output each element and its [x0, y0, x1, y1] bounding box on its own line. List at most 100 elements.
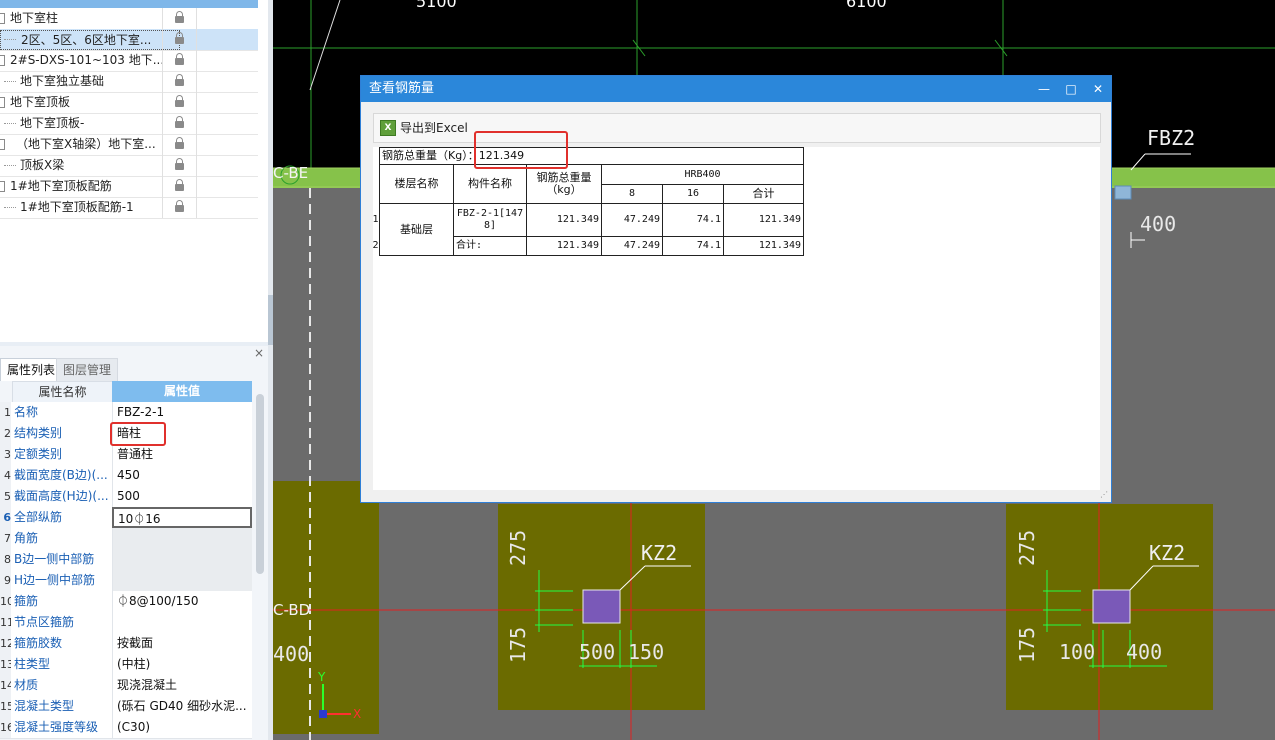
property-row-number: 16: [0, 717, 11, 738]
property-row[interactable]: 10 箍筋 ⏀8@100/150: [0, 591, 252, 613]
property-row[interactable]: 9 H边一侧中部筋: [0, 570, 252, 592]
ucs-x-label: X: [353, 707, 362, 721]
col-header-subtotal: 合计: [723, 184, 804, 204]
property-value-header: 属性值: [112, 381, 252, 402]
property-row[interactable]: 15 混凝土类型 (砾石 GD40 细砂水泥...: [0, 696, 252, 718]
property-value[interactable]: [112, 549, 252, 570]
tree-item[interactable]: 地下室柱: [0, 8, 258, 30]
tree-item[interactable]: 1#地下室顶板配筋: [0, 176, 258, 198]
property-value[interactable]: [112, 528, 252, 549]
property-value[interactable]: 现浇混凝土: [112, 675, 252, 696]
property-row-number: 9: [0, 570, 11, 591]
lock-icon[interactable]: [162, 197, 197, 218]
lock-icon[interactable]: [162, 113, 197, 134]
close-icon[interactable]: ×: [254, 346, 264, 360]
close-button[interactable]: ✕: [1085, 76, 1111, 102]
property-name: 名称: [14, 405, 39, 419]
property-value[interactable]: FBZ-2-1: [112, 402, 252, 423]
total-cell: 121.349: [526, 203, 602, 237]
property-row[interactable]: 8 B边一侧中部筋: [0, 549, 252, 571]
property-name: 材质: [14, 678, 39, 692]
export-excel-button[interactable]: X 导出到Excel: [374, 114, 484, 142]
property-row-number: 2: [0, 423, 11, 444]
tree-item[interactable]: 地下室独立基础: [0, 71, 258, 93]
tree-header: [0, 0, 258, 8]
property-row[interactable]: 3 定额类别 普通柱: [0, 444, 252, 466]
property-row[interactable]: 13 柱类型 (中柱): [0, 654, 252, 676]
tab-layer-management[interactable]: 图层管理: [56, 358, 119, 381]
tree-item[interactable]: 地下室顶板: [0, 92, 258, 114]
row-number: 2: [372, 240, 379, 251]
dimension-label: 6100: [846, 0, 887, 11]
col-header-floor: 楼层名称: [379, 164, 454, 204]
tree-item[interactable]: 2#S-DXS-101~103 地下...: [0, 50, 258, 72]
tree-item[interactable]: 2区、5区、6区地下室...: [0, 29, 258, 51]
dimension-label: 275: [1015, 529, 1039, 566]
property-value[interactable]: (C30): [112, 717, 252, 738]
maximize-button[interactable]: □: [1058, 76, 1084, 102]
dimension-label: 175: [506, 626, 530, 663]
tree-item[interactable]: （地下室X轴梁）地下室...: [0, 134, 258, 156]
resize-grip-icon[interactable]: ⋰: [1100, 491, 1108, 499]
col-header-total-weight: 钢筋总重量（kg）: [526, 164, 602, 204]
tab-properties[interactable]: 属性列表: [0, 358, 63, 381]
column-tag-kz2: KZ2: [641, 541, 678, 565]
minimize-button[interactable]: —: [1031, 76, 1057, 102]
property-scrollbar[interactable]: [256, 394, 264, 574]
property-value[interactable]: 10⏀16: [112, 507, 252, 528]
property-row[interactable]: 4 截面宽度(B边)(... 450: [0, 465, 252, 487]
property-value[interactable]: 普通柱: [112, 444, 252, 465]
lock-icon[interactable]: [162, 71, 197, 92]
column-tag-fbz2: FBZ2: [1147, 126, 1196, 150]
property-row[interactable]: 16 混凝土强度等级 (C30): [0, 717, 252, 739]
dimension-label: 5100: [416, 0, 457, 11]
property-row[interactable]: 14 材质 现浇混凝土: [0, 675, 252, 697]
lock-icon[interactable]: [162, 155, 197, 176]
tree-extra-column: [196, 155, 259, 176]
lock-icon[interactable]: [162, 134, 197, 155]
property-row-number: 5: [0, 486, 11, 507]
property-row[interactable]: 11 节点区箍筋: [0, 612, 252, 634]
property-value[interactable]: 500: [112, 486, 252, 507]
property-value[interactable]: 450: [112, 465, 252, 486]
tree-item[interactable]: 顶板X梁: [0, 155, 258, 177]
property-row-number: 1: [0, 402, 11, 423]
property-row-number: 11: [0, 612, 11, 633]
total-weight-cell: 钢筋总重量（Kg）：121.349: [379, 147, 804, 165]
property-row[interactable]: 1 名称 FBZ-2-1: [0, 402, 252, 424]
property-row[interactable]: 12 箍筋胶数 按截面: [0, 633, 252, 655]
lock-icon[interactable]: [162, 176, 197, 197]
property-row-number: 3: [0, 444, 11, 465]
property-name: 截面高度(H边)(...: [14, 489, 109, 503]
dialog-titlebar[interactable]: 查看钢筋量 — □ ✕: [361, 76, 1111, 102]
lock-icon[interactable]: [162, 29, 197, 50]
d8-cell: 47.249: [601, 236, 663, 256]
property-name: 结构类别: [14, 426, 63, 440]
property-row-number: 6: [0, 507, 11, 528]
tree-item-label: 地下室顶板-: [20, 116, 85, 130]
lock-icon[interactable]: [162, 92, 197, 113]
layer-tree-panel: 地下室柱 2区、5区、6区地下室... 2#S-DXS-101~103 地下... 地…: [0, 0, 269, 342]
property-value[interactable]: (中柱): [112, 654, 252, 675]
property-row[interactable]: 6 全部纵筋 10⏀16: [0, 507, 252, 529]
total-cell: 121.349: [526, 236, 602, 256]
property-value[interactable]: 按截面: [112, 633, 252, 654]
tree-item[interactable]: 地下室顶板-: [0, 113, 258, 135]
lock-icon[interactable]: [162, 50, 197, 71]
property-row[interactable]: 7 角筋: [0, 528, 252, 550]
property-row[interactable]: 5 截面高度(H边)(... 500: [0, 486, 252, 508]
tree-item[interactable]: 1#地下室顶板配筋-1: [0, 197, 258, 219]
property-value[interactable]: [112, 612, 252, 633]
property-value[interactable]: ⏀8@100/150: [112, 591, 252, 612]
tree-extra-column: [196, 134, 259, 155]
property-name: 箍筋胶数: [14, 636, 63, 650]
property-name: 定额类别: [14, 447, 63, 461]
property-panel: × 属性列表 图层管理 属性名称 属性值 1 名称 FBZ-2-1 2 结构类别 暗柱 3 定…: [0, 346, 268, 740]
tree-item-label: 地下室独立基础: [20, 74, 105, 88]
lock-icon[interactable]: [162, 8, 197, 29]
property-value[interactable]: (砾石 GD40 细砂水泥...: [112, 696, 252, 717]
property-row-number: 15: [0, 696, 11, 717]
property-name: 柱类型: [14, 657, 51, 671]
property-value[interactable]: [112, 570, 252, 591]
col-header-d16: 16: [662, 184, 724, 204]
